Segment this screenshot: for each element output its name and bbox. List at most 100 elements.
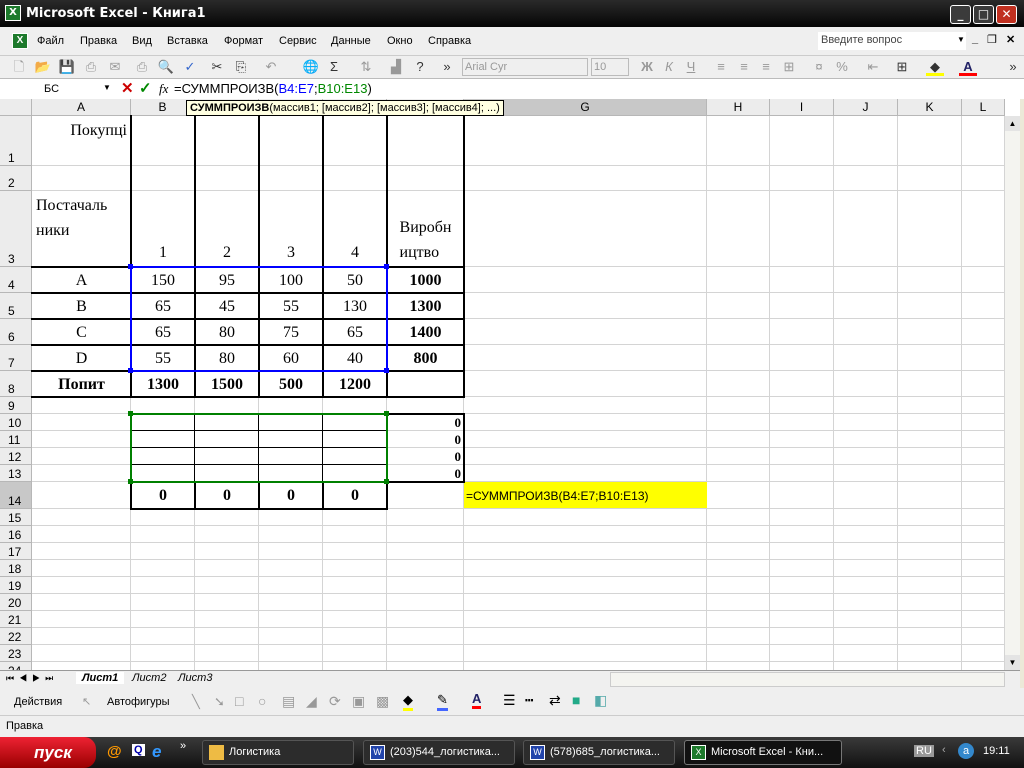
new-icon[interactable]: 🗋: [10, 58, 28, 76]
column-header-j[interactable]: J: [834, 99, 898, 116]
row-header-22[interactable]: 22: [0, 628, 32, 645]
vertical-scrollbar[interactable]: ▲ ▼: [1005, 116, 1020, 670]
merge-center-icon[interactable]: ⊞: [780, 58, 798, 76]
row-header-18[interactable]: 18: [0, 560, 32, 577]
row-header-8[interactable]: 8: [0, 371, 32, 397]
cell-f4[interactable]: 1000: [387, 267, 464, 293]
language-indicator[interactable]: RU: [914, 745, 934, 757]
start-button[interactable]: пуск: [0, 737, 96, 768]
row-header-3[interactable]: 3: [0, 191, 32, 267]
worksheet-grid[interactable]: ABCDEFGHIJKL1234567891011121314151617181…: [0, 99, 1020, 670]
line-style-icon[interactable]: ☰: [503, 692, 516, 709]
cell-e5[interactable]: 130: [323, 293, 387, 319]
row-header-5[interactable]: 5: [0, 293, 32, 319]
cell-f3[interactable]: Виробн ицтво: [387, 191, 464, 267]
row-header-7[interactable]: 7: [0, 345, 32, 371]
cell-c3[interactable]: 2: [195, 191, 259, 267]
fill-color-icon[interactable]: ◆: [926, 58, 944, 76]
cell-a6[interactable]: C: [32, 319, 131, 345]
select-all-corner[interactable]: [0, 99, 32, 116]
maximize-button[interactable]: □: [973, 5, 994, 24]
cell-c7[interactable]: 80: [195, 345, 259, 371]
range-handle[interactable]: [384, 264, 389, 269]
cell-e7[interactable]: 40: [323, 345, 387, 371]
fill-color-draw-icon[interactable]: ◆: [403, 692, 413, 711]
row-header-19[interactable]: 19: [0, 577, 32, 594]
active-cell-editor[interactable]: =СУММПРОИЗВ(B4:E7;B10:E13): [464, 482, 707, 508]
doc-minimize-button[interactable]: _: [972, 33, 978, 45]
toolbar-options-icon[interactable]: »: [1004, 58, 1022, 76]
menu-edit[interactable]: Правка: [80, 35, 117, 47]
menu-window[interactable]: Окно: [387, 35, 413, 47]
italic-button[interactable]: К: [660, 58, 678, 76]
font-color-icon[interactable]: A: [959, 58, 977, 76]
row-header-2[interactable]: 2: [0, 166, 32, 191]
row-header-14[interactable]: 14: [0, 482, 32, 509]
tray-app-icon[interactable]: a: [958, 743, 974, 759]
horizontal-scrollbar[interactable]: [610, 672, 1005, 687]
open-icon[interactable]: 📂: [34, 58, 52, 76]
cell-a4[interactable]: A: [32, 267, 131, 293]
cell-b8[interactable]: 1300: [131, 371, 195, 397]
row-header-17[interactable]: 17: [0, 543, 32, 560]
menu-view[interactable]: Вид: [132, 35, 152, 47]
cell-b14[interactable]: 0: [131, 482, 195, 509]
row-header-16[interactable]: 16: [0, 526, 32, 543]
diagram-icon[interactable]: ⟳: [329, 693, 341, 710]
mail-agent-icon[interactable]: @: [107, 743, 122, 760]
line-color-icon[interactable]: ✎: [437, 692, 448, 711]
workbook-icon[interactable]: X: [12, 33, 28, 49]
align-right-icon[interactable]: ≡: [757, 58, 775, 76]
menu-data[interactable]: Данные: [331, 35, 371, 47]
bold-button[interactable]: Ж: [638, 58, 656, 76]
cell-c8[interactable]: 1500: [195, 371, 259, 397]
row-header-4[interactable]: 4: [0, 267, 32, 293]
cancel-icon[interactable]: ✕: [121, 79, 134, 97]
column-header-i[interactable]: I: [770, 99, 834, 116]
doc-close-button[interactable]: ✕: [1006, 33, 1015, 46]
tab-sheet2[interactable]: Лист2: [128, 672, 170, 684]
range-handle[interactable]: [128, 479, 133, 484]
cell-d4[interactable]: 100: [259, 267, 323, 293]
row-header-10[interactable]: 10: [0, 414, 32, 431]
quicklaunch-more-icon[interactable]: »: [180, 740, 186, 752]
cell-f12[interactable]: 0: [387, 448, 464, 465]
minimize-button[interactable]: _: [950, 5, 971, 24]
cell-e3[interactable]: 4: [323, 191, 387, 267]
3d-icon[interactable]: ◧: [594, 692, 607, 709]
range-handle[interactable]: [128, 368, 133, 373]
cell-b7[interactable]: 55: [131, 345, 195, 371]
cell-e6[interactable]: 65: [323, 319, 387, 345]
cell-b6[interactable]: 65: [131, 319, 195, 345]
align-left-icon[interactable]: ≡: [712, 58, 730, 76]
task-word-2[interactable]: W (578)685_логистика...: [523, 740, 675, 765]
oval-icon[interactable]: ○: [258, 693, 266, 709]
copy-icon[interactable]: ⎘: [232, 58, 250, 76]
cell-a7[interactable]: D: [32, 345, 131, 371]
scroll-up-icon[interactable]: ▲: [1005, 116, 1020, 131]
cell-c6[interactable]: 80: [195, 319, 259, 345]
tooltip-function[interactable]: СУММПРОИЗВ: [190, 102, 269, 114]
ie-icon[interactable]: e: [152, 742, 161, 762]
row-header-13[interactable]: 13: [0, 465, 32, 482]
cell-b3[interactable]: 1: [131, 191, 195, 267]
cell-f7[interactable]: 800: [387, 345, 464, 371]
scroll-down-icon[interactable]: ▼: [1005, 655, 1020, 670]
cell-f5[interactable]: 1300: [387, 293, 464, 319]
help-dropdown-icon[interactable]: ▼: [957, 35, 965, 44]
cell-f10[interactable]: 0: [387, 414, 464, 431]
cell-b4[interactable]: 150: [131, 267, 195, 293]
font-color-draw-icon[interactable]: A: [472, 691, 482, 709]
undo-icon[interactable]: ↶: [262, 58, 280, 76]
font-size-select[interactable]: 10: [591, 58, 629, 76]
tab-scroll-icons[interactable]: ⏮◀▶⏭: [6, 673, 58, 684]
email-icon[interactable]: ✉: [106, 58, 124, 76]
menu-help[interactable]: Справка: [428, 35, 471, 47]
cell-e8[interactable]: 1200: [323, 371, 387, 397]
picture-icon[interactable]: ▩: [376, 693, 389, 710]
currency-icon[interactable]: ¤: [810, 58, 828, 76]
cell-c4[interactable]: 95: [195, 267, 259, 293]
sort-icon[interactable]: ⇅: [357, 58, 375, 76]
autosum-icon[interactable]: Σ: [325, 58, 343, 76]
cell-f6[interactable]: 1400: [387, 319, 464, 345]
